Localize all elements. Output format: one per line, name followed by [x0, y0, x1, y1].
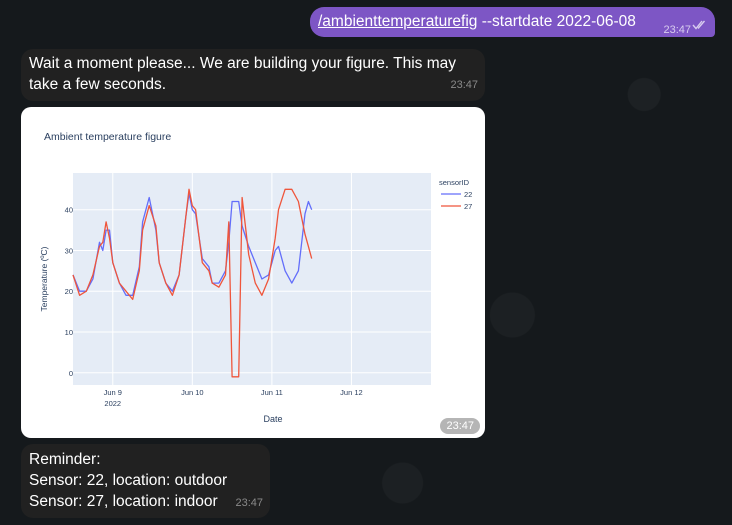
message-time: 23:47 [663, 24, 691, 36]
message-time: 23:47 [235, 497, 263, 509]
reminder-heading: Reminder: [29, 451, 101, 468]
temperature-chart: Ambient temperature figure 0 10 20 30 40 Jun… [39, 131, 472, 424]
figure-message[interactable]: Ambient temperature figure 0 10 20 30 40 Jun… [21, 107, 485, 438]
message-time: 23:47 [450, 79, 478, 91]
reminder-text: Reminder: Sensor: 22, location: outdoor … [29, 449, 227, 512]
command-text: /ambienttemperaturefig --startdate 2022-… [318, 11, 636, 32]
y-axis-ticks: 0 10 20 30 40 [65, 206, 73, 378]
x-tick-label: Jun 9 [104, 388, 122, 397]
x-tick-sublabel: 2022 [104, 399, 121, 408]
command-args: --startdate 2022-06-08 [477, 13, 636, 30]
x-tick-label: Jun 12 [340, 388, 363, 397]
command-link[interactable]: /ambienttemperaturefig [318, 13, 477, 30]
x-tick-label: Jun 11 [261, 388, 283, 397]
message-time: 23:47 [440, 418, 480, 434]
y-tick-label: 30 [65, 246, 73, 255]
x-tick-label: Jun 10 [181, 388, 204, 397]
y-tick-label: 0 [69, 369, 73, 378]
plot-area [73, 173, 431, 385]
x-axis-label: Date [263, 414, 282, 424]
y-tick-label: 10 [65, 328, 73, 337]
wait-message-text: Wait a moment please... We are building … [29, 55, 457, 93]
reminder-message: Reminder: Sensor: 22, location: outdoor … [21, 444, 270, 518]
x-axis-ticks: Jun 9 2022 Jun 10 Jun 11 Jun 12 [104, 388, 363, 408]
reminder-sensor-27: Sensor: 27, location: indoor [29, 493, 218, 510]
legend-title: sensorID [439, 178, 470, 187]
y-axis-label: Temperature (ºC) [39, 246, 49, 311]
legend-label-27: 27 [464, 202, 472, 211]
chart-title: Ambient temperature figure [44, 131, 171, 143]
legend: sensorID 22 27 [439, 178, 472, 211]
y-tick-label: 40 [65, 206, 73, 215]
y-tick-label: 20 [65, 287, 73, 296]
double-check-icon [692, 20, 706, 30]
wait-message: Wait a moment please... We are building … [21, 49, 485, 101]
reminder-sensor-22: Sensor: 22, location: outdoor [29, 472, 228, 489]
outgoing-command-message[interactable]: /ambienttemperaturefig --startdate 2022-… [310, 7, 715, 37]
legend-label-22: 22 [464, 190, 472, 199]
